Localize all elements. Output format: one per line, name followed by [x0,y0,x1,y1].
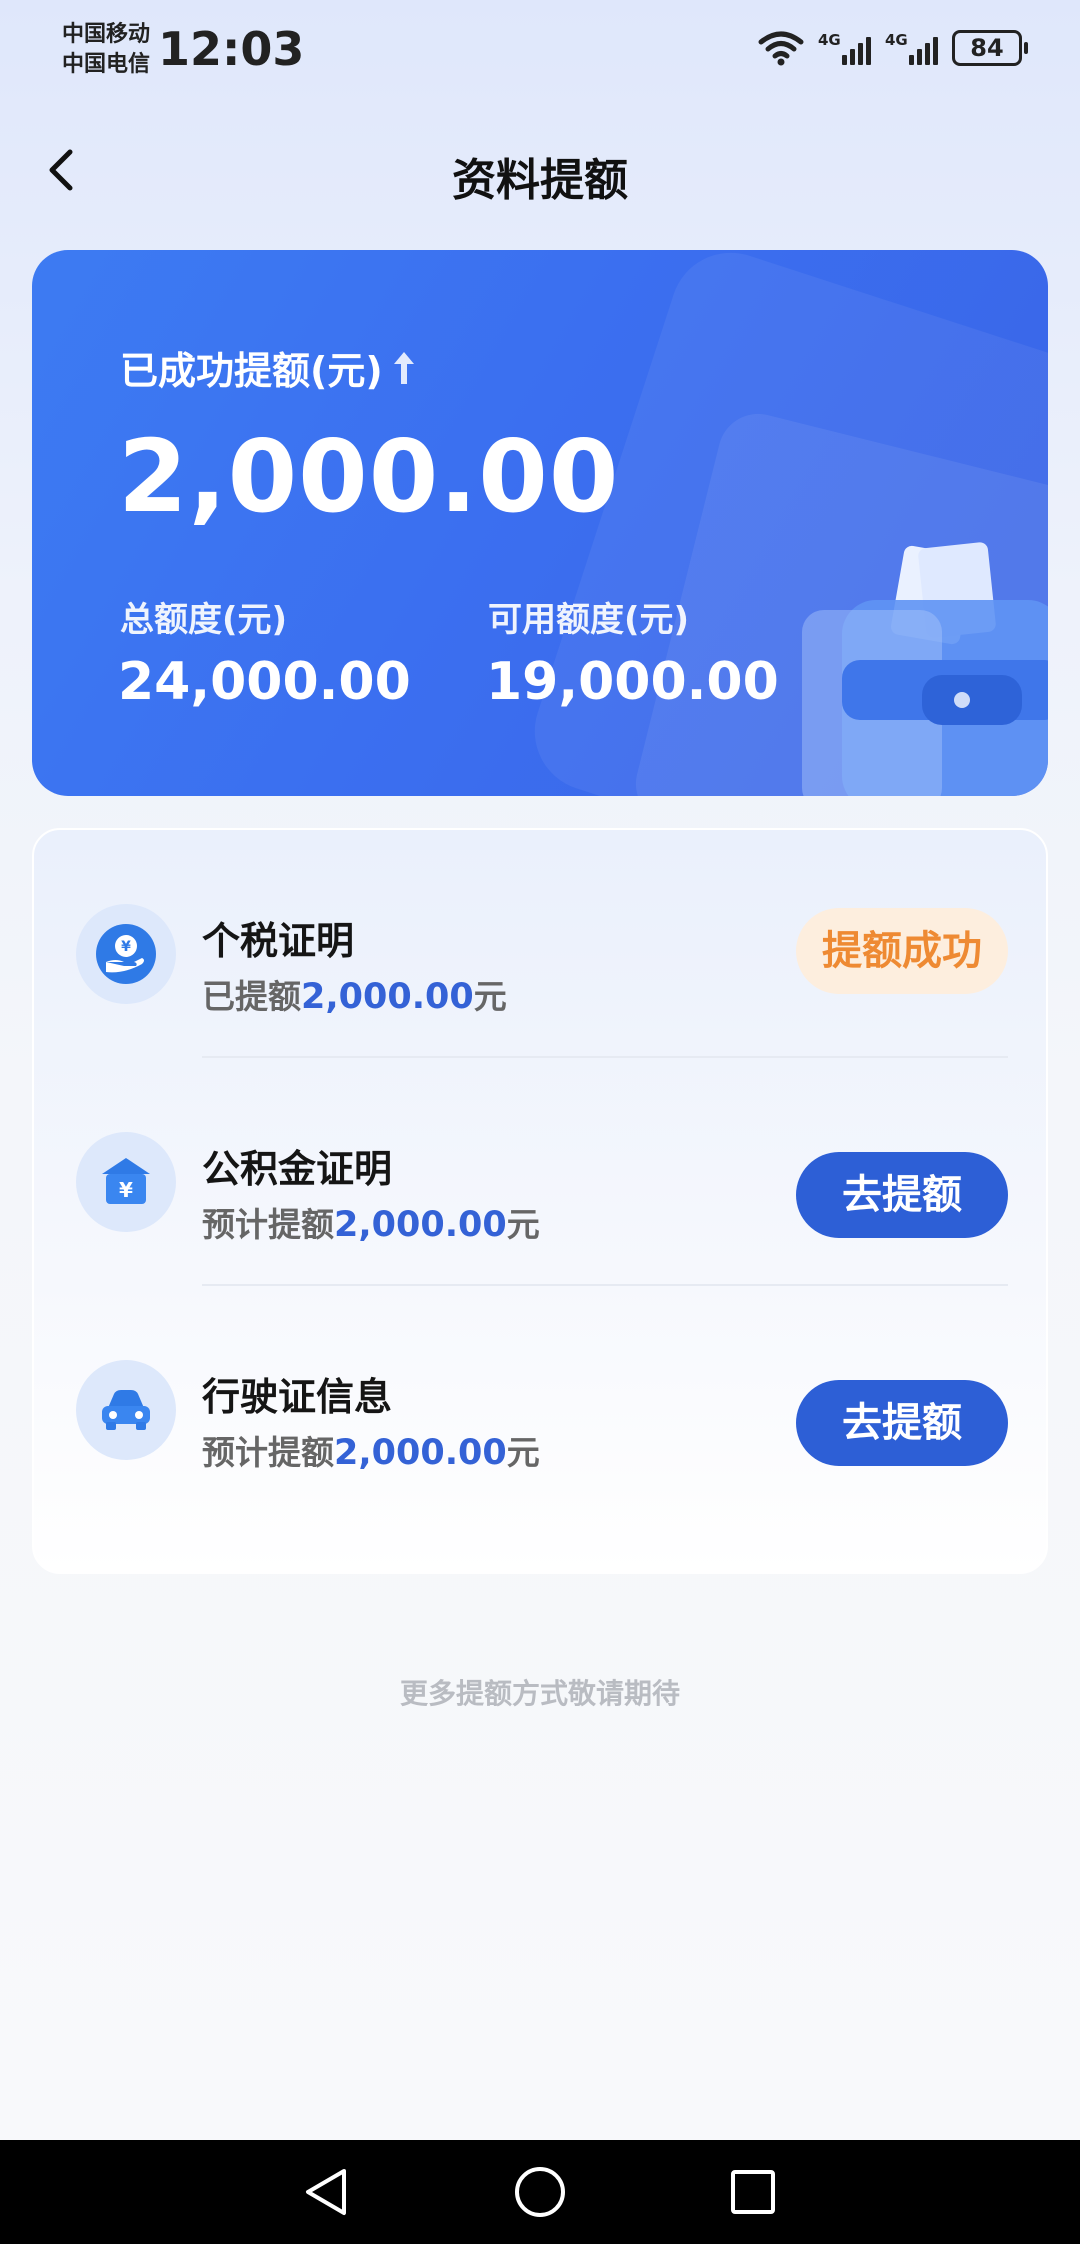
item-title: 公积金证明 [202,1147,393,1191]
svg-text:¥: ¥ [119,1178,133,1202]
item-desc-prefix: 预计提额 [202,1205,334,1244]
available-limit-label: 可用额度(元) [488,600,690,640]
nav-recents-icon[interactable] [723,2162,783,2222]
list-item: 行驶证信息 预计提额2,000.00元 去提额 [34,1286,1050,1514]
raise-limit-button[interactable]: 去提额 [796,1380,1008,1466]
total-limit-value: 24,000.00 [118,652,411,712]
list-item: ¥ 个税证明 已提额2,000.00元 提额成功 [34,830,1050,1058]
page-title: 资料提额 [452,155,628,206]
raised-amount-label: 已成功提额(元) [120,340,417,395]
battery-indicator: 84 [952,30,1028,66]
wifi-icon [758,31,804,66]
status-badge: 提额成功 [796,908,1008,994]
carrier-2: 中国电信 [62,52,151,77]
item-unit: 元 [506,1205,540,1244]
item-amount: 2,000.00 [334,1433,507,1473]
item-title: 行驶证信息 [202,1375,393,1419]
item-description: 已提额2,000.00元 [202,970,507,1018]
wallet-illustration-icon [802,542,1048,796]
raised-amount-label-text: 已成功提额(元) [120,349,383,393]
credit-summary-card: 已成功提额(元) 2,000.00 总额度(元) 24,000.00 可用额度(… [32,250,1048,796]
total-limit-label: 总额度(元) [120,600,288,640]
list-item: ¥ 公积金证明 预计提额2,000.00元 去提额 [34,1058,1050,1286]
arrow-up-icon [393,351,414,384]
signal-2-icon: 4G [885,31,938,65]
nav-home-icon[interactable] [510,2162,570,2222]
car-icon [76,1360,176,1460]
house-yuan-icon: ¥ [76,1132,176,1232]
item-unit: 元 [473,977,507,1016]
carrier-info: 中国移动 中国电信 [62,20,150,80]
available-limit-value: 19,000.00 [486,652,779,712]
status-bar: 中国移动 中国电信 12:03 4G 4G 84 [0,0,1080,100]
svg-text:¥: ¥ [121,939,131,955]
item-title: 个税证明 [202,919,355,963]
item-desc-prefix: 已提额 [202,977,301,1016]
raise-limit-button[interactable]: 去提额 [796,1152,1008,1238]
signal-1-icon: 4G [818,31,871,65]
network-type-2: 4G [885,31,908,49]
hand-yuan-icon: ¥ [76,904,176,1004]
status-icons: 4G 4G 84 [758,30,1028,66]
item-desc-prefix: 预计提额 [202,1433,334,1472]
raised-amount-value: 2,000.00 [118,418,620,535]
nav-back-icon[interactable] [297,2162,357,2222]
item-description: 预计提额2,000.00元 [202,1426,540,1474]
item-description: 预计提额2,000.00元 [202,1198,540,1246]
item-amount: 2,000.00 [334,1205,507,1245]
network-type-1: 4G [818,31,841,49]
system-navigation-bar [0,2140,1080,2244]
credit-methods-list: ¥ 个税证明 已提额2,000.00元 提额成功 ¥ 公积金证明 预计提额2,0… [32,828,1048,1574]
carrier-1: 中国移动 [62,22,151,47]
status-time: 12:03 [158,22,305,76]
page-header: 资料提额 [0,130,1080,210]
footer-note: 更多提额方式敬请期待 [399,1677,680,1710]
item-amount: 2,000.00 [301,977,474,1017]
item-unit: 元 [506,1433,540,1472]
